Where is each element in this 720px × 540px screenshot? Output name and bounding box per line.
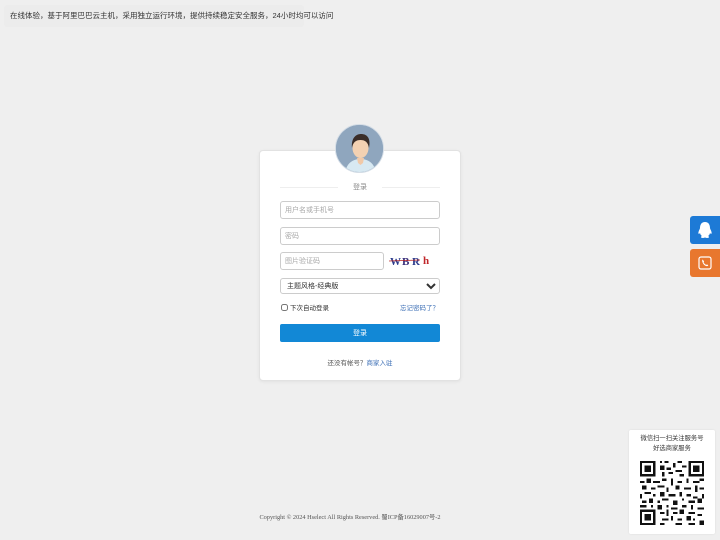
remember-label: 下次自动登录	[290, 305, 329, 312]
register-link[interactable]: 商家入驻	[367, 360, 393, 367]
theme-select[interactable]: 主题风格-经典版	[280, 278, 440, 294]
captcha-image[interactable]: W B R h	[388, 252, 440, 270]
phone-icon	[698, 256, 712, 270]
qr-caption: 微信扫一扫关注服务号 好选商家服务	[629, 434, 715, 454]
password-input[interactable]	[280, 227, 440, 245]
forgot-password-link[interactable]: 忘记密码了？	[400, 302, 439, 312]
captcha-char-2: B	[402, 256, 410, 268]
remember-me[interactable]: 下次自动登录	[281, 302, 329, 312]
captcha-char-1: W	[390, 256, 402, 268]
top-notice-banner: 在线体验，基于阿里巴巴云主机，采用独立运行环境，提供持续稳定安全服务，24小时均…	[4, 5, 333, 27]
register-prompt: 还没有帐号？	[327, 360, 367, 367]
captcha-char-4: h	[423, 255, 430, 267]
register-line: 还没有帐号？商家入驻	[260, 357, 460, 367]
captcha-char-3: R	[412, 256, 421, 268]
remember-checkbox[interactable]	[281, 303, 288, 311]
login-button[interactable]: 登录	[280, 324, 440, 342]
login-title: 登录	[280, 182, 440, 192]
captcha-input[interactable]	[280, 252, 384, 270]
login-card: 登录 W B R h 主题风格-经典版 下次自动登录 忘记密码了？ 登录 还没有…	[259, 150, 461, 381]
qr-caption-line2: 好选商家服务	[653, 445, 691, 452]
user-avatar-icon	[336, 125, 383, 172]
qq-penguin-icon	[698, 222, 712, 238]
username-input[interactable]	[280, 201, 440, 219]
qr-caption-line1: 微信扫一扫关注服务号	[640, 435, 704, 442]
avatar	[335, 124, 384, 173]
footer-copyright: Copyright © 2024 Hselect All Rights Rese…	[259, 514, 441, 521]
qq-contact-button[interactable]	[690, 216, 720, 244]
phone-contact-button[interactable]	[690, 249, 720, 277]
